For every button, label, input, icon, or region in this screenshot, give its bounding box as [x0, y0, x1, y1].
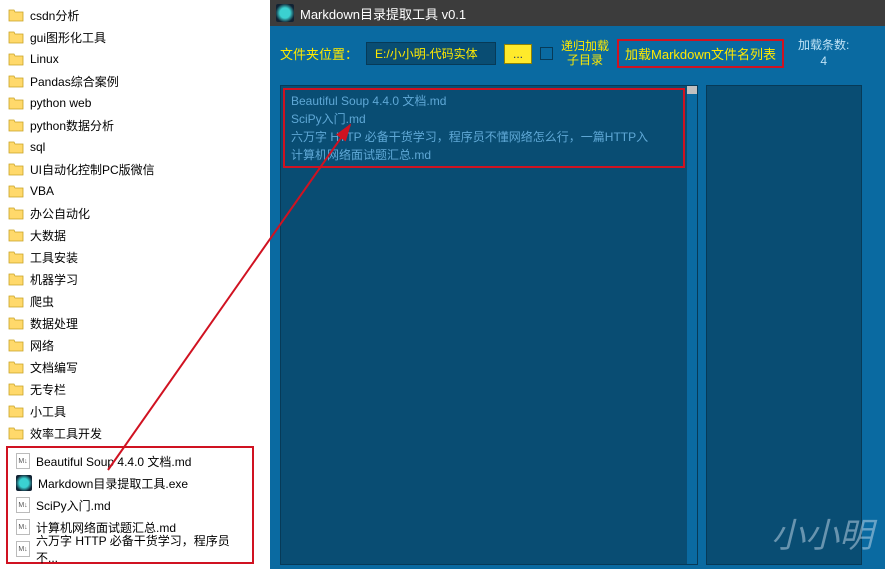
- loaded-file-item[interactable]: SciPy入门.md: [291, 110, 677, 128]
- load-button[interactable]: 加载Markdown文件名列表: [617, 39, 784, 68]
- file-label: SciPy入门.md: [36, 497, 111, 514]
- folder-label: 工具安装: [30, 249, 78, 266]
- folder-icon: [8, 96, 24, 110]
- title-bar: Markdown目录提取工具 v0.1: [270, 0, 885, 26]
- md-icon: M↓: [16, 541, 30, 557]
- folder-icon: [8, 338, 24, 352]
- folder-icon: [8, 228, 24, 242]
- file-item[interactable]: M↓六万字 HTTP 必备干货学习，程序员不...: [8, 538, 252, 560]
- folder-item[interactable]: 文档编写: [0, 356, 260, 378]
- folder-label: UI自动化控制PC版微信: [30, 161, 155, 178]
- folder-icon: [8, 250, 24, 264]
- folder-label: 无专栏: [30, 381, 66, 398]
- folder-label: 效率工具开发: [30, 425, 102, 442]
- folder-item[interactable]: UI自动化控制PC版微信: [0, 158, 260, 180]
- scrollbar[interactable]: [687, 86, 697, 564]
- md-icon: M↓: [16, 497, 30, 513]
- folder-item[interactable]: 无专栏: [0, 378, 260, 400]
- file-label: Beautiful Soup 4.4.0 文档.md: [36, 453, 191, 470]
- file-list-highlight: M↓ Beautiful Soup 4.4.0 文档.md Markdown目录提取…: [6, 446, 254, 564]
- folder-item[interactable]: 办公自动化: [0, 202, 260, 224]
- folder-icon: [8, 52, 24, 66]
- folder-icon: [8, 118, 24, 132]
- folder-label: 大数据: [30, 227, 66, 244]
- folder-label: csdn分析: [30, 7, 79, 24]
- folder-item[interactable]: sql: [0, 136, 260, 158]
- folder-icon: [8, 30, 24, 44]
- folder-item[interactable]: VBA: [0, 180, 260, 202]
- folder-item[interactable]: 工具安装: [0, 246, 260, 268]
- scroll-thumb[interactable]: [687, 86, 697, 94]
- folder-label: 网络: [30, 337, 54, 354]
- folder-icon: [8, 184, 24, 198]
- folder-icon: [8, 316, 24, 330]
- md-icon: M↓: [16, 519, 30, 535]
- folder-label: python web: [30, 96, 91, 110]
- folder-item[interactable]: 数据处理: [0, 312, 260, 334]
- recurse-label: 递归加载 子目录: [561, 40, 609, 66]
- folder-label: 文档编写: [30, 359, 78, 376]
- file-item[interactable]: M↓ Beautiful Soup 4.4.0 文档.md: [8, 450, 252, 472]
- folder-label: 办公自动化: [30, 205, 90, 222]
- browse-button[interactable]: ...: [504, 44, 532, 64]
- path-label: 文件夹位置：: [280, 44, 358, 63]
- app-window: Markdown目录提取工具 v0.1 文件夹位置： E:/小小明-代码实体 .…: [270, 0, 885, 569]
- folder-label: 数据处理: [30, 315, 78, 332]
- folder-label: VBA: [30, 184, 54, 198]
- folder-label: sql: [30, 140, 45, 154]
- file-item[interactable]: Markdown目录提取工具.exe: [8, 472, 252, 494]
- folder-item[interactable]: 网络: [0, 334, 260, 356]
- folder-label: python数据分析: [30, 117, 114, 134]
- folder-icon: [8, 206, 24, 220]
- folder-icon: [8, 426, 24, 440]
- folder-icon: [8, 74, 24, 88]
- folder-item[interactable]: 机器学习: [0, 268, 260, 290]
- loaded-file-item[interactable]: 计算机网络面试题汇总.md: [291, 146, 677, 164]
- loaded-files-list[interactable]: Beautiful Soup 4.4.0 文档.mdSciPy入门.md六万字 …: [280, 85, 698, 565]
- folder-item[interactable]: Linux: [0, 48, 260, 70]
- folder-item[interactable]: 爬虫: [0, 290, 260, 312]
- output-panel[interactable]: [706, 85, 862, 565]
- app-icon: [276, 4, 294, 22]
- toolbar: 文件夹位置： E:/小小明-代码实体 ... 递归加载 子目录 加载Markdo…: [270, 26, 885, 81]
- folder-icon: [8, 294, 24, 308]
- folder-icon: [8, 140, 24, 154]
- window-title: Markdown目录提取工具 v0.1: [300, 4, 466, 23]
- folder-label: 小工具: [30, 403, 66, 420]
- folder-item[interactable]: csdn分析: [0, 4, 260, 26]
- loaded-file-item[interactable]: Beautiful Soup 4.4.0 文档.md: [291, 92, 677, 110]
- folder-item[interactable]: python web: [0, 92, 260, 114]
- md-icon: M↓: [16, 453, 30, 469]
- folder-item[interactable]: gui图形化工具: [0, 26, 260, 48]
- folder-label: 爬虫: [30, 293, 54, 310]
- loaded-highlight: Beautiful Soup 4.4.0 文档.mdSciPy入门.md六万字 …: [283, 88, 685, 168]
- file-label: Markdown目录提取工具.exe: [38, 475, 188, 492]
- folder-icon: [8, 8, 24, 22]
- folder-label: Linux: [30, 52, 59, 66]
- folder-icon: [8, 272, 24, 286]
- load-count: 加载条数: 4: [798, 38, 849, 69]
- folder-item[interactable]: 小工具: [0, 400, 260, 422]
- folder-item[interactable]: Pandas综合案例: [0, 70, 260, 92]
- folder-item[interactable]: 效率工具开发: [0, 422, 260, 444]
- folder-icon: [8, 404, 24, 418]
- path-input[interactable]: E:/小小明-代码实体: [366, 42, 496, 65]
- folder-label: gui图形化工具: [30, 29, 106, 46]
- file-item[interactable]: M↓ SciPy入门.md: [8, 494, 252, 516]
- folder-tree: csdn分析 gui图形化工具 Linux Pandas综合案例 python web p…: [0, 0, 260, 569]
- folder-item[interactable]: 大数据: [0, 224, 260, 246]
- loaded-file-item[interactable]: 六万字 HTTP 必备干货学习，程序员不懂网络怎么行，一篇HTTP入: [291, 128, 677, 146]
- folder-label: Pandas综合案例: [30, 73, 119, 90]
- recurse-checkbox[interactable]: [540, 47, 553, 60]
- folder-item[interactable]: python数据分析: [0, 114, 260, 136]
- folder-icon: [8, 382, 24, 396]
- exe-icon: [16, 475, 32, 491]
- folder-icon: [8, 360, 24, 374]
- folder-label: 机器学习: [30, 271, 78, 288]
- file-label: 六万字 HTTP 必备干货学习，程序员不...: [36, 532, 244, 566]
- folder-icon: [8, 162, 24, 176]
